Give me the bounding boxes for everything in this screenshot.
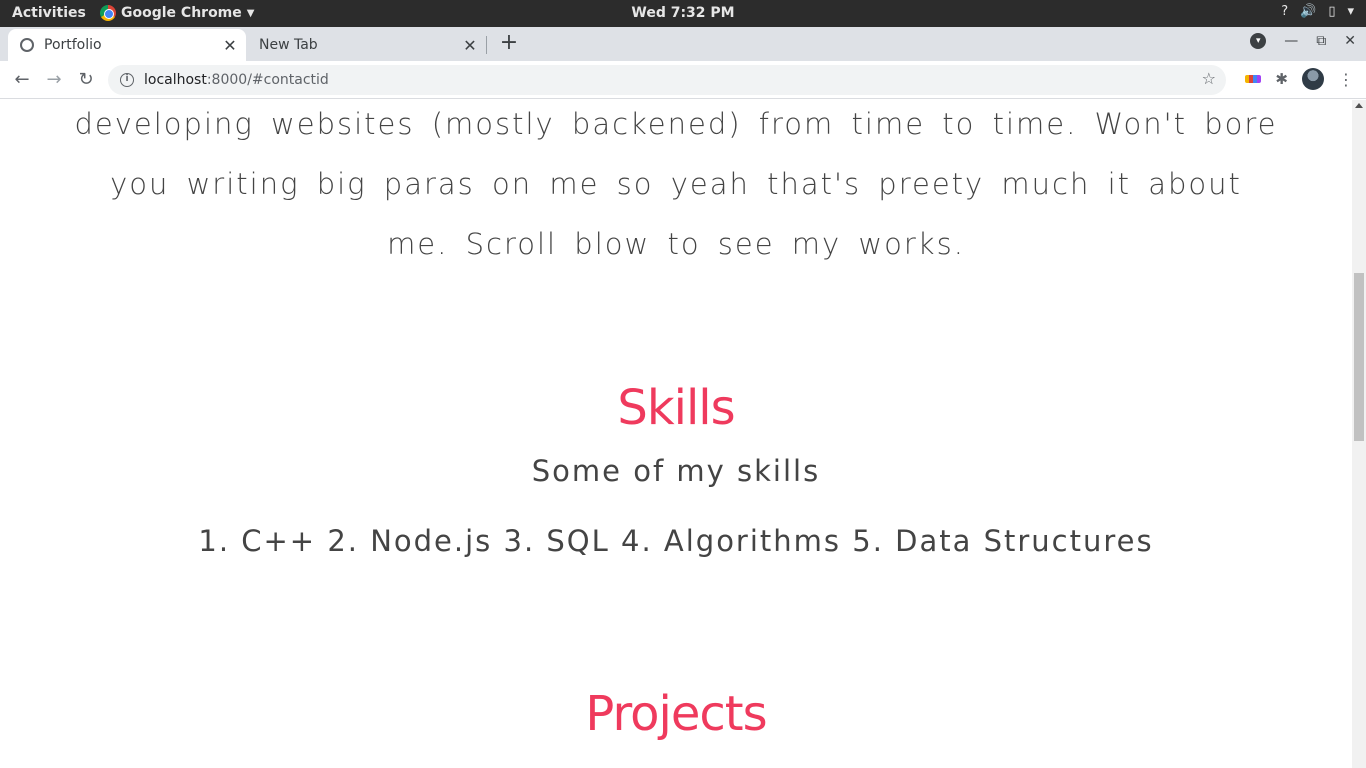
- forward-arrow-icon[interactable]: →: [42, 68, 66, 92]
- skills-list: 1. C++ 2. Node.js 3. SQL 4. Algorithms 5…: [198, 524, 1154, 558]
- skills-heading: Skills: [617, 380, 735, 436]
- tab-search-icon[interactable]: ▾: [1250, 33, 1267, 49]
- tab-new-tab[interactable]: New Tab ✕: [250, 29, 486, 61]
- restore-icon[interactable]: ⧉: [1316, 33, 1326, 49]
- about-line: you writing big paras on me so yeah that…: [110, 167, 1242, 201]
- clock[interactable]: Wed 7:32 PM: [631, 5, 734, 21]
- window-controls: ▾ — ⧉ ✕: [1250, 33, 1356, 49]
- scrollbar-thumb[interactable]: [1354, 273, 1364, 441]
- puzzle-icon[interactable]: ✱: [1275, 70, 1288, 88]
- profile-avatar[interactable]: [1302, 68, 1324, 90]
- tab-strip: Portfolio ✕ New Tab ✕ + ▾ — ⧉ ✕: [0, 27, 1366, 61]
- url-path: :8000/#contactid: [206, 72, 329, 88]
- volume-icon: 🔊: [1300, 4, 1317, 19]
- extension-icon[interactable]: [1245, 75, 1262, 83]
- skills-subtitle: Some of my skills: [531, 454, 821, 488]
- tab-separator: [486, 36, 487, 54]
- globe-icon: [20, 38, 34, 52]
- back-arrow-icon[interactable]: ←: [10, 68, 34, 92]
- close-window-icon[interactable]: ✕: [1344, 33, 1356, 49]
- system-tray[interactable]: ? 🔊 ▯ ▾: [1281, 4, 1354, 19]
- battery-icon: ▯: [1328, 4, 1336, 19]
- tab-label: New Tab: [259, 37, 318, 53]
- scroll-up-arrow-icon[interactable]: [1355, 103, 1363, 108]
- info-icon[interactable]: i: [120, 73, 134, 87]
- browser-toolbar: ← → ↻ i localhost:8000/#contactid ☆ ✱ ⋮: [0, 61, 1366, 99]
- about-line: developing websites (mostly backened) fr…: [74, 107, 1278, 141]
- minimize-icon[interactable]: —: [1284, 33, 1298, 49]
- page-viewport: developing websites (mostly backened) fr…: [0, 100, 1352, 768]
- url-host: localhost: [144, 72, 207, 88]
- tab-label: Portfolio: [44, 37, 102, 53]
- tab-portfolio[interactable]: Portfolio ✕: [8, 29, 246, 61]
- network-icon: ?: [1281, 4, 1289, 19]
- menu-kebab-icon[interactable]: ⋮: [1338, 70, 1354, 89]
- about-line: me. Scroll blow to see my works.: [387, 227, 965, 261]
- vertical-scrollbar[interactable]: [1352, 100, 1366, 768]
- extensions-area: ✱ ⋮: [1245, 68, 1354, 90]
- bookmark-star-icon[interactable]: ☆: [1202, 69, 1216, 88]
- reload-icon[interactable]: ↻: [74, 68, 98, 92]
- close-icon[interactable]: ✕: [460, 36, 480, 55]
- projects-heading: Projects: [585, 686, 767, 742]
- about-paragraph: developing websites (mostly backened) fr…: [0, 100, 1352, 274]
- close-icon[interactable]: ✕: [220, 36, 240, 55]
- url-text[interactable]: localhost:8000/#contactid: [144, 72, 329, 88]
- chevron-down-icon: ▾: [1347, 4, 1354, 19]
- address-bar[interactable]: i localhost:8000/#contactid ☆: [108, 65, 1226, 95]
- system-top-bar: Activities Google Chrome ▼ Wed 7:32 PM ?…: [0, 0, 1366, 27]
- new-tab-button[interactable]: +: [498, 32, 520, 54]
